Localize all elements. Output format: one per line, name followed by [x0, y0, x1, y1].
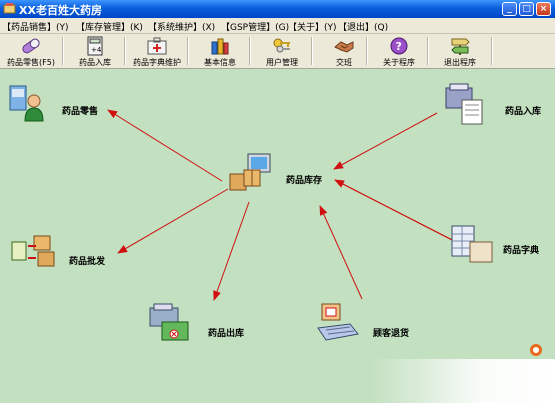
toolbar-separator: [491, 37, 493, 65]
wholesale-label: 药品批发: [69, 257, 106, 267]
inventory-node[interactable]: [228, 152, 272, 197]
svg-text:+4: +4: [91, 46, 102, 54]
dictionary-maintenance-button[interactable]: 药品字典维护: [126, 35, 188, 67]
bottles-icon: [211, 38, 229, 55]
cashier-person-icon: [9, 85, 44, 122]
stock-in-label: 药品入库: [505, 107, 542, 117]
arrow-stock-in-to-inventory: [333, 112, 438, 170]
pill-icon: [22, 38, 40, 54]
title-bar: XX老百姓大药房 _ □ ×: [0, 0, 555, 18]
keys-icon: [273, 38, 290, 53]
stock-in-button-label: 药品入库: [79, 58, 111, 67]
menu-inventory[interactable]: 【库存管理】(K): [76, 20, 143, 33]
app-icon: [3, 3, 16, 14]
basic-info-label: 基本信息: [204, 58, 236, 67]
exit-program-button[interactable]: 退出程序: [429, 35, 491, 67]
customer-return-node[interactable]: [316, 302, 362, 347]
retail-node[interactable]: [8, 84, 46, 125]
register-keyboard-icon: [317, 303, 359, 341]
dictionary-node[interactable]: [450, 224, 496, 269]
menu-system[interactable]: 【系统维护】(X): [148, 20, 215, 33]
printer-document-icon: [445, 83, 483, 125]
svg-text:?: ?: [396, 40, 402, 53]
menu-gsp[interactable]: 【GSP管理】(G): [221, 20, 289, 33]
calculator-icon: +4: [87, 36, 103, 56]
handshake-icon: [334, 41, 354, 53]
dictionary-maintenance-label: 药品字典维护: [133, 58, 181, 67]
spreadsheet-box-icon: [451, 225, 493, 263]
minimize-button[interactable]: _: [502, 2, 517, 16]
basic-info-button[interactable]: 基本信息: [189, 35, 251, 67]
medical-kit-icon: [147, 37, 167, 55]
application-window: XX老百姓大药房 _ □ × 【药品销售】(Y) 【库存管理】(K) 【系统维护…: [0, 0, 555, 403]
window-title: XX老百姓大药房: [19, 4, 102, 17]
help-icon: ?: [390, 37, 408, 55]
retail-label: 药品零售: [62, 107, 99, 117]
wholesale-node[interactable]: [8, 232, 62, 275]
about-program-button[interactable]: ? 关于程序: [368, 35, 430, 67]
stock-in-node[interactable]: [442, 82, 488, 129]
menu-about[interactable]: 【关于】(Y): [288, 20, 337, 33]
arrow-inventory-to-wholesale: [117, 188, 229, 254]
menu-bar: 【药品销售】(Y) 【库存管理】(K) 【系统维护】(X) 【GSP管理】(G)…: [0, 18, 555, 34]
arrow-dictionary-to-inventory-reverse: [334, 179, 463, 246]
retail-button[interactable]: 药品零售(F5): [0, 35, 62, 67]
close-button[interactable]: ×: [536, 2, 551, 16]
dictionary-label: 药品字典: [503, 246, 540, 256]
arrow-return-to-inventory: [319, 205, 363, 300]
stock-out-node[interactable]: [148, 302, 192, 347]
printer-output-icon: [149, 303, 189, 341]
maximize-button[interactable]: □: [519, 2, 534, 16]
about-program-label: 关于程序: [383, 58, 415, 67]
exit-program-label: 退出程序: [444, 58, 476, 67]
stock-out-label: 药品出库: [208, 329, 245, 339]
flow-diagram: 药品零售 药品入库 药品库存 药品批发 药品字典 药品出库 顾客退货: [0, 69, 555, 403]
computer-boxes-icon: [229, 153, 271, 191]
stock-in-button[interactable]: +4 药品入库: [64, 35, 126, 67]
watermark-fade: [370, 359, 555, 403]
arrow-inventory-to-retail: [107, 109, 223, 182]
arrow-inventory-to-stock-out: [213, 201, 250, 301]
menu-drug-sales[interactable]: 【药品销售】(Y): [2, 20, 69, 33]
menu-exit[interactable]: 【退出】(Q): [338, 20, 388, 33]
boxes-exchange-icon: [11, 235, 55, 267]
exit-sign-icon: [451, 38, 470, 55]
user-management-label: 用户管理: [266, 58, 298, 67]
customer-return-label: 顾客退货: [373, 329, 410, 339]
user-management-button[interactable]: 用户管理: [251, 35, 313, 67]
corner-logo-icon: [530, 344, 542, 356]
toolbar: 药品零售(F5) +4 药品入库 药品字典维护 基本信息 用户管理 交班 ? 关…: [0, 34, 555, 69]
inventory-label: 药品库存: [286, 176, 323, 186]
retail-button-label: 药品零售(F5): [7, 58, 55, 67]
